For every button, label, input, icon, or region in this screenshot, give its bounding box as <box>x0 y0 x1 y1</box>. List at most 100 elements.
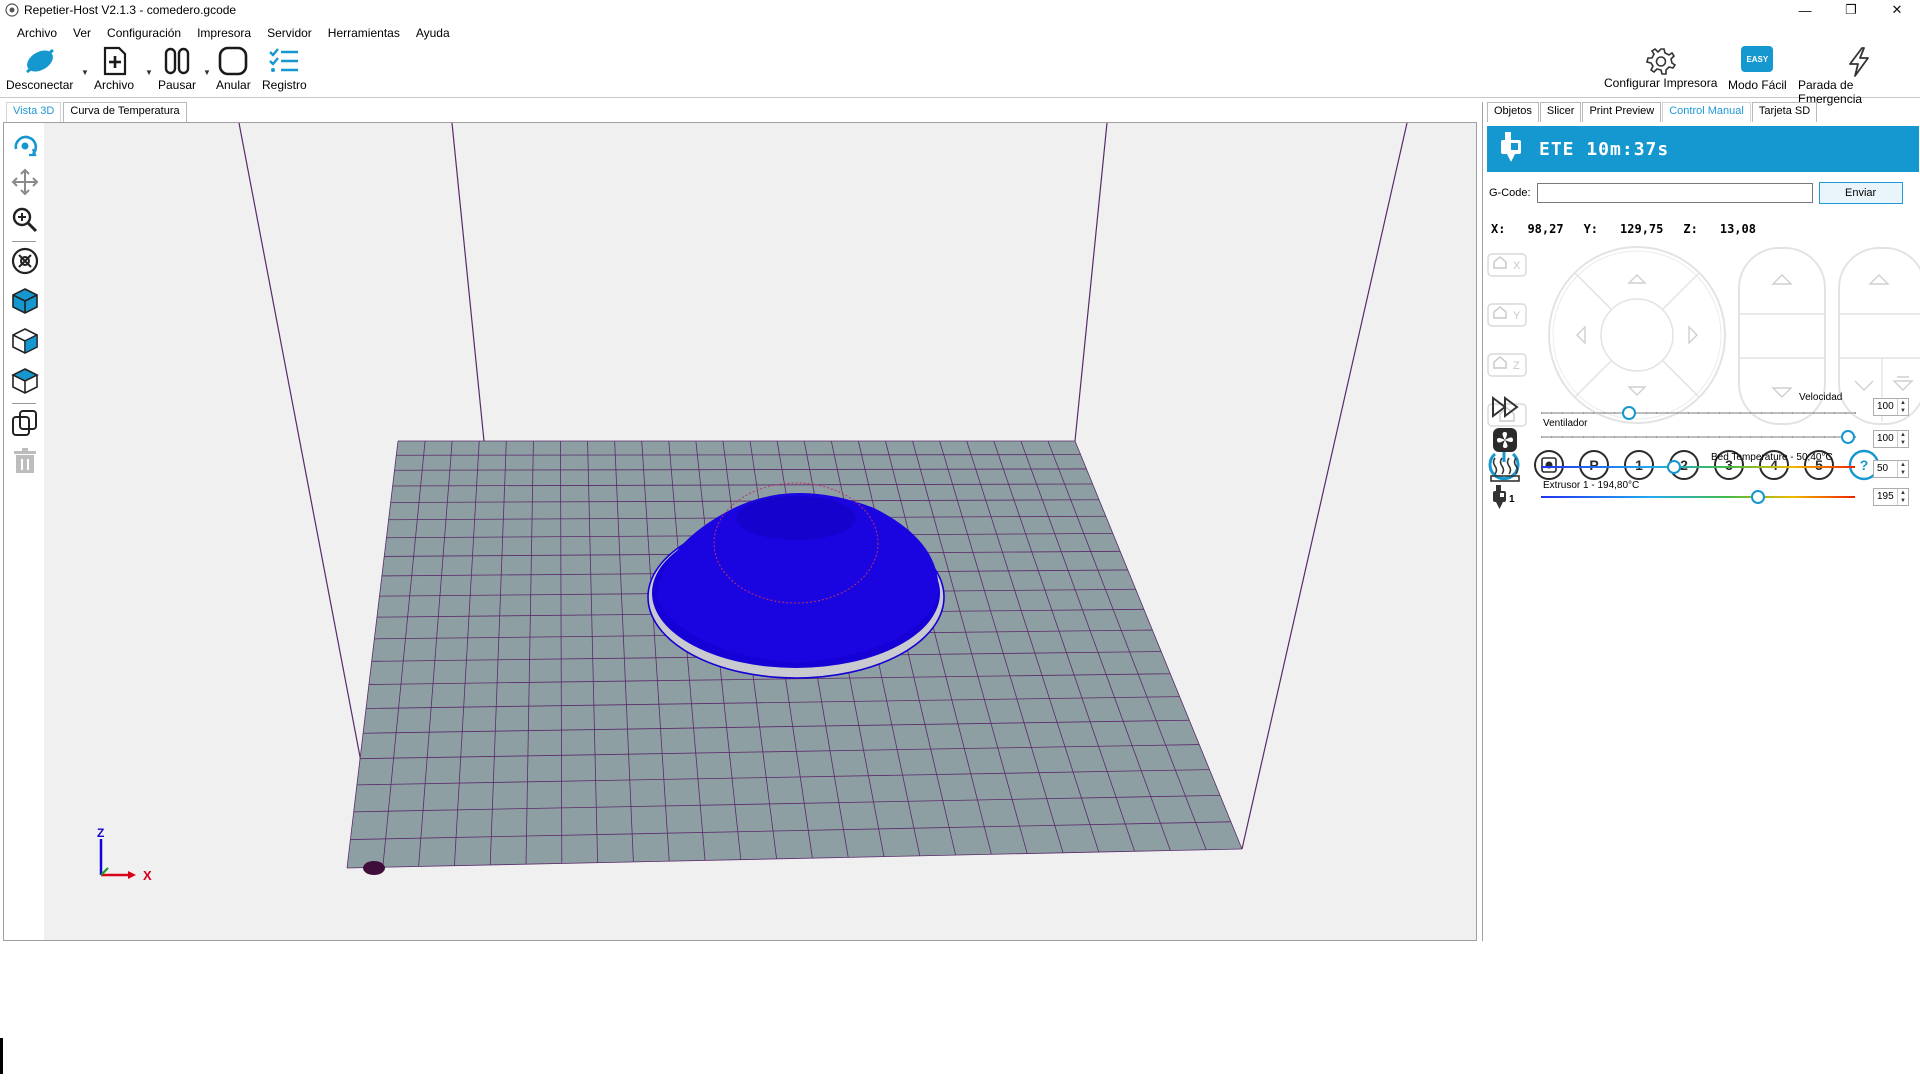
origin-marker <box>363 861 385 875</box>
easy-mode-icon: EASY <box>1741 46 1774 72</box>
tab-objetos[interactable]: Objetos <box>1487 102 1539 122</box>
speed-label: Velocidad <box>1799 392 1843 403</box>
slider-tick <box>1834 436 1836 438</box>
slider-tick <box>1729 436 1731 438</box>
log-button[interactable]: Registro <box>262 46 307 92</box>
x-label: X: <box>1491 222 1506 236</box>
slider-tick <box>1677 412 1679 414</box>
easy-mode-button[interactable]: EASY Modo Fácil <box>1728 46 1787 92</box>
window-title: Repetier-Host V2.1.3 - comedero.gcode <box>24 3 237 17</box>
extruder-temperature-slider[interactable] <box>1541 490 1855 504</box>
home-y-button[interactable]: Y <box>1487 303 1527 327</box>
slider-tick <box>1624 436 1626 438</box>
tab-print-preview[interactable]: Print Preview <box>1582 102 1662 122</box>
slider-tick <box>1572 436 1574 438</box>
home-icon <box>1493 306 1507 319</box>
restore-button[interactable]: ❐ <box>1828 0 1874 20</box>
view-toolbar <box>4 123 44 940</box>
extruder-temperature-spinner[interactable]: 195 ▲ ▼ <box>1873 488 1909 506</box>
home-z-button[interactable]: Z <box>1487 353 1527 377</box>
pause-dropdown-icon[interactable]: ▼ <box>203 68 211 77</box>
spinner-arrows-icon[interactable]: ▲ ▼ <box>1897 431 1908 447</box>
up-arrow-icon <box>1627 274 1647 284</box>
spinner-arrows-icon[interactable]: ▲ ▼ <box>1897 461 1908 477</box>
heated-bed-icon <box>1490 457 1520 482</box>
tab-control-manual[interactable]: Control Manual <box>1662 102 1751 122</box>
move-icon[interactable] <box>11 168 39 196</box>
slider-track <box>1541 412 1856 414</box>
menu-ver[interactable]: Ver <box>73 26 91 40</box>
configure-printer-button[interactable]: Configurar Impresora <box>1604 46 1717 90</box>
ete-banner: ETE 10m:37s <box>1487 126 1919 172</box>
tab-slicer[interactable]: Slicer <box>1539 102 1582 122</box>
home-x-button[interactable]: X <box>1487 253 1527 277</box>
cancel-label: Anular <box>216 78 251 92</box>
tab-vista-3d[interactable]: Vista 3D <box>6 102 62 122</box>
slider-tick <box>1551 412 1553 414</box>
emergency-stop-button[interactable]: Parada de Emergencia <box>1798 46 1920 106</box>
close-button[interactable]: ✕ <box>1874 0 1920 20</box>
cancel-button[interactable]: Anular <box>216 46 251 92</box>
x-value: 98,27 <box>1527 222 1564 236</box>
disconnect-button[interactable]: Desconectar <box>6 46 73 92</box>
iso-view-icon[interactable] <box>11 287 39 315</box>
file-dropdown-icon[interactable]: ▼ <box>145 68 153 77</box>
slider-tick <box>1708 436 1710 438</box>
slider-thumb[interactable] <box>1841 430 1855 444</box>
menu-ayuda[interactable]: Ayuda <box>416 26 450 40</box>
rotate-icon[interactable] <box>11 133 39 161</box>
slider-tick <box>1750 436 1752 438</box>
slider-thumb[interactable] <box>1751 490 1765 504</box>
zoom-icon[interactable] <box>11 206 39 234</box>
copy-object-icon[interactable] <box>11 409 39 437</box>
axis-gizmo: Z X <box>97 826 152 883</box>
gcode-input[interactable] <box>1536 183 1813 203</box>
z-label: Z: <box>1683 222 1698 236</box>
pause-button[interactable]: Pausar <box>158 46 196 92</box>
3d-viewport[interactable]: Z X <box>3 122 1477 941</box>
spinner-arrows-icon[interactable]: ▲ ▼ <box>1897 489 1908 505</box>
slider-tick <box>1656 436 1658 438</box>
front-view-icon[interactable] <box>11 327 39 355</box>
add-file-icon <box>103 46 127 76</box>
disconnect-label: Desconectar <box>6 78 74 92</box>
bed-temperature-spinner[interactable]: 50 ▲ ▼ <box>1873 460 1909 478</box>
slider-thumb[interactable] <box>1667 460 1681 474</box>
menu-archivo[interactable]: Archivo <box>17 26 57 40</box>
fan-row: Ventilador 100 ▲ ▼ <box>1483 418 1920 454</box>
fan-slider[interactable] <box>1541 430 1856 444</box>
slider-tick <box>1572 412 1574 414</box>
tab-curva-temperatura[interactable]: Curva de Temperatura <box>63 102 187 122</box>
fast-forward-icon <box>1492 396 1519 418</box>
send-button[interactable]: Enviar <box>1818 182 1903 204</box>
file-button[interactable]: Archivo <box>94 46 134 92</box>
top-view-icon[interactable] <box>11 367 39 395</box>
speed-slider[interactable] <box>1541 406 1856 420</box>
disconnect-dropdown-icon[interactable]: ▼ <box>81 68 89 77</box>
fit-view-icon[interactable] <box>11 247 39 275</box>
slider-tick <box>1582 436 1584 438</box>
slider-tick <box>1541 412 1542 414</box>
tab-tarjeta-sd[interactable]: Tarjeta SD <box>1751 102 1818 122</box>
menu-configuracion[interactable]: Configuración <box>107 26 181 40</box>
slider-tick <box>1698 436 1699 438</box>
text-cursor <box>0 1038 3 1074</box>
spinner-arrows-icon[interactable]: ▲ ▼ <box>1897 399 1908 415</box>
z-value: 13,08 <box>1719 222 1756 236</box>
minimize-button[interactable]: — <box>1782 0 1828 20</box>
ete-text: ETE 10m:37s <box>1539 138 1670 160</box>
slider-tick <box>1666 436 1668 438</box>
menu-impresora[interactable]: Impresora <box>197 26 251 40</box>
fan-icon <box>1493 428 1517 452</box>
speed-spinner[interactable]: 100 ▲ ▼ <box>1873 398 1909 416</box>
slider-tick <box>1802 436 1804 438</box>
stop-icon <box>219 46 248 76</box>
slider-thumb[interactable] <box>1622 406 1636 420</box>
slider-tick <box>1834 412 1836 414</box>
build-volume-scene[interactable]: Z X <box>44 123 1476 940</box>
menu-servidor[interactable]: Servidor <box>267 26 312 40</box>
trash-icon[interactable] <box>11 447 39 475</box>
menu-herramientas[interactable]: Herramientas <box>328 26 400 40</box>
fan-spinner[interactable]: 100 ▲ ▼ <box>1873 430 1909 448</box>
bed-temperature-slider[interactable] <box>1541 460 1855 474</box>
